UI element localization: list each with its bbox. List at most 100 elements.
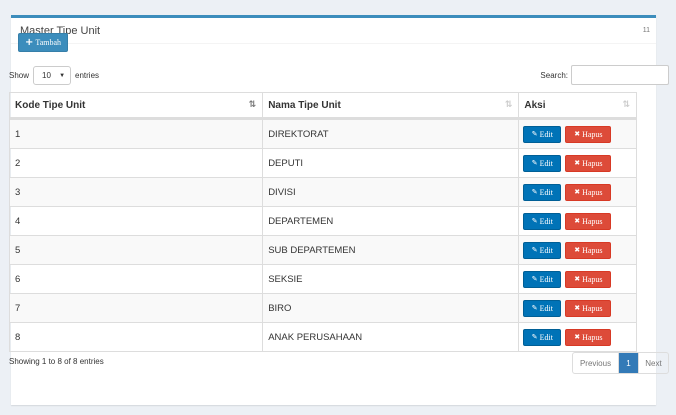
hapus-label: Hapus	[582, 129, 603, 139]
tambah-label: Tambah	[35, 38, 62, 47]
entries-select[interactable]: 10 ▼	[33, 66, 72, 85]
column-header-kode[interactable]: Kode Tipe Unit ⇅	[10, 93, 264, 117]
hapus-label: Hapus	[582, 274, 603, 284]
close-icon: ✖	[574, 130, 581, 138]
edit-label: Edit	[539, 216, 553, 226]
table-body: 1 DIREKTORAT ✎ Edit ✖ Hapus 2 DEPUTI ✎ Edit ✖ Hapus…	[10, 119, 636, 351]
hapus-label: Hapus	[582, 303, 603, 313]
show-label: Show	[9, 71, 30, 80]
nama-cell: SUB DEPARTEMEN	[263, 236, 520, 264]
edit-button[interactable]: ✎ Edit	[523, 328, 562, 346]
kode-cell: 8	[10, 323, 264, 351]
tambah-button[interactable]: + Tambah	[18, 33, 68, 52]
panel-badge: 11	[642, 27, 650, 34]
hapus-button[interactable]: ✖ Hapus	[565, 125, 612, 143]
edit-button[interactable]: ✎ Edit	[523, 241, 562, 259]
table-header: Kode Tipe Unit ⇅ Nama Tipe Unit ⇅ Aksi ⇅	[10, 93, 636, 119]
hapus-button[interactable]: ✖ Hapus	[565, 154, 612, 172]
column-header-nama[interactable]: Nama Tipe Unit ⇅	[263, 93, 520, 117]
previous-page-button[interactable]: Previous	[573, 353, 619, 373]
close-icon: ✖	[574, 333, 581, 341]
aksi-cell: ✎ Edit ✖ Hapus	[519, 323, 636, 351]
hapus-label: Hapus	[582, 245, 603, 255]
edit-button[interactable]: ✎ Edit	[523, 212, 562, 230]
nama-cell: DIREKTORAT	[263, 120, 520, 148]
hapus-button[interactable]: ✖ Hapus	[565, 270, 612, 288]
nama-cell: BIRO	[263, 294, 520, 322]
search-input[interactable]	[571, 65, 669, 85]
close-icon: ✖	[574, 246, 581, 254]
aksi-cell: ✎ Edit ✖ Hapus	[519, 265, 636, 293]
aksi-cell: ✎ Edit ✖ Hapus	[519, 178, 636, 206]
table-row: 4 DEPARTEMEN ✎ Edit ✖ Hapus	[10, 206, 636, 235]
entries-select-value: 10	[42, 71, 51, 80]
search-label: Search:	[540, 70, 568, 80]
edit-label: Edit	[539, 158, 553, 168]
edit-button[interactable]: ✎ Edit	[523, 270, 562, 288]
edit-label: Edit	[539, 274, 553, 284]
kode-cell: 2	[10, 149, 264, 177]
table-row: 2 DEPUTI ✎ Edit ✖ Hapus	[10, 148, 636, 177]
hapus-button[interactable]: ✖ Hapus	[565, 183, 612, 201]
search-control: Search:	[540, 65, 669, 85]
pagination: Previous 1 Next	[572, 352, 669, 374]
pencil-icon: ✎	[531, 130, 538, 138]
nama-cell: ANAK PERUSAHAAN	[263, 323, 520, 351]
nama-cell: SEKSIE	[263, 265, 520, 293]
aksi-cell: ✎ Edit ✖ Hapus	[519, 236, 636, 264]
kode-cell: 3	[10, 178, 264, 206]
column-header-aksi[interactable]: Aksi ⇅	[519, 93, 636, 117]
hapus-button[interactable]: ✖ Hapus	[565, 241, 612, 259]
kode-cell: 1	[10, 120, 264, 148]
edit-button[interactable]: ✎ Edit	[523, 299, 562, 317]
nama-cell: DEPARTEMEN	[263, 207, 520, 235]
nama-cell: DIVISI	[263, 178, 520, 206]
table-row: 1 DIREKTORAT ✎ Edit ✖ Hapus	[10, 119, 636, 148]
close-icon: ✖	[574, 304, 581, 312]
aksi-cell: ✎ Edit ✖ Hapus	[519, 294, 636, 322]
table-row: 7 BIRO ✎ Edit ✖ Hapus	[10, 293, 636, 322]
edit-label: Edit	[539, 187, 553, 197]
hapus-label: Hapus	[582, 332, 603, 342]
next-page-button[interactable]: Next	[638, 353, 668, 373]
hapus-button[interactable]: ✖ Hapus	[565, 299, 612, 317]
pencil-icon: ✎	[531, 304, 538, 312]
pencil-icon: ✎	[531, 217, 538, 225]
edit-button[interactable]: ✎ Edit	[523, 183, 562, 201]
pencil-icon: ✎	[531, 275, 538, 283]
plus-icon: +	[24, 36, 34, 48]
kode-cell: 7	[10, 294, 264, 322]
nama-cell: DEPUTI	[263, 149, 520, 177]
aksi-cell: ✎ Edit ✖ Hapus	[519, 207, 636, 235]
table-row: 6 SEKSIE ✎ Edit ✖ Hapus	[10, 264, 636, 293]
edit-label: Edit	[539, 129, 553, 139]
sort-asc-icon: ⇅	[248, 100, 257, 110]
aksi-cell: ✎ Edit ✖ Hapus	[519, 149, 636, 177]
hapus-label: Hapus	[582, 158, 603, 168]
panel-header: Master Tipe Unit 11	[11, 18, 656, 44]
sort-icon: ⇅	[622, 100, 630, 110]
column-header-kode-label: Kode Tipe Unit	[15, 99, 86, 111]
table-info: Showing 1 to 8 of 8 entries	[9, 357, 104, 366]
kode-cell: 5	[10, 236, 264, 264]
close-icon: ✖	[574, 188, 581, 196]
column-header-nama-label: Nama Tipe Unit	[268, 99, 341, 111]
edit-button[interactable]: ✎ Edit	[523, 154, 562, 172]
sort-icon: ⇅	[504, 100, 513, 110]
entries-length-control: Show 10 ▼ entries	[9, 66, 99, 85]
entries-label: entries	[75, 71, 100, 80]
close-icon: ✖	[574, 159, 581, 167]
hapus-button[interactable]: ✖ Hapus	[565, 328, 612, 346]
page-1-button[interactable]: 1	[619, 353, 638, 373]
pencil-icon: ✎	[531, 188, 538, 196]
edit-label: Edit	[539, 332, 553, 342]
chevron-down-icon: ▼	[59, 72, 66, 79]
hapus-button[interactable]: ✖ Hapus	[565, 212, 612, 230]
pencil-icon: ✎	[531, 333, 538, 341]
table-row: 5 SUB DEPARTEMEN ✎ Edit ✖ Hapus	[10, 235, 636, 264]
close-icon: ✖	[574, 217, 581, 225]
edit-label: Edit	[539, 245, 553, 255]
edit-button[interactable]: ✎ Edit	[523, 125, 562, 143]
aksi-cell: ✎ Edit ✖ Hapus	[519, 120, 636, 148]
pencil-icon: ✎	[531, 246, 538, 254]
